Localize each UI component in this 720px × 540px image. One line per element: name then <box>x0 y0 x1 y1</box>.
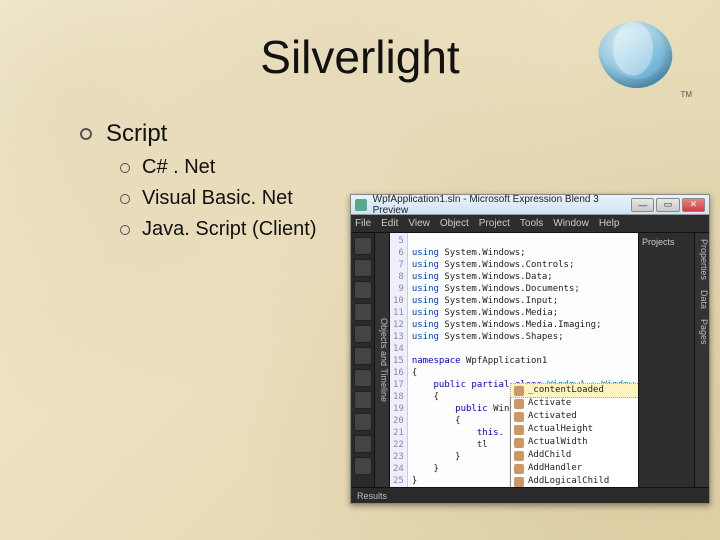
tool-pan-icon[interactable] <box>354 281 372 299</box>
tool-pen-icon[interactable] <box>354 391 372 409</box>
projects-panel-title: Projects <box>642 237 691 247</box>
tab-data[interactable]: Data <box>695 290 709 309</box>
member-icon <box>514 477 524 487</box>
intellisense-item-selected: _contentLoaded <box>510 383 638 398</box>
bullet-item: C# . Net <box>142 156 215 179</box>
bullet-lvl1: Script <box>106 120 167 148</box>
intellisense-item: ActualWidth <box>511 436 638 449</box>
left-panel-tab[interactable]: Objects and Timeline <box>375 233 390 487</box>
intellisense-item: AddLogicalChild <box>511 475 638 487</box>
menu-help[interactable]: Help <box>599 218 620 229</box>
status-bar: Results <box>351 487 709 503</box>
ide-window: WpfApplication1.sln - Microsoft Expressi… <box>350 194 710 504</box>
intellisense-item: ActualHeight <box>511 423 638 436</box>
menu-window[interactable]: Window <box>553 218 589 229</box>
bullet-icon <box>80 128 92 140</box>
window-title: WpfApplication1.sln - Microsoft Expressi… <box>373 194 629 216</box>
bullet-item: Java. Script (Client) <box>142 218 317 241</box>
right-side-tabs: Properties Data Pages <box>694 233 709 487</box>
status-text: Results <box>357 491 387 501</box>
menubar: File Edit View Object Project Tools Wind… <box>351 215 709 233</box>
intellisense-item: AddChild <box>511 449 638 462</box>
intellisense-item: AddHandler <box>511 462 638 475</box>
intellisense-popup[interactable]: _contentLoaded Activate Activated Actual… <box>510 383 638 487</box>
tool-eyedropper-icon[interactable] <box>354 325 372 343</box>
member-icon <box>514 464 524 474</box>
tool-direct-select-icon[interactable] <box>354 259 372 277</box>
menu-view[interactable]: View <box>408 218 430 229</box>
code-editor[interactable]: 567 8910 111213 141516 171819 202122 232… <box>390 233 638 487</box>
menu-object[interactable]: Object <box>440 218 469 229</box>
toolbox <box>351 233 375 487</box>
tool-selection-icon[interactable] <box>354 237 372 255</box>
member-icon <box>514 399 524 409</box>
tool-layout-icon[interactable] <box>354 435 372 453</box>
member-icon <box>514 451 524 461</box>
intellisense-item: Activate <box>511 397 638 410</box>
maximize-button[interactable]: ▭ <box>656 198 679 212</box>
tab-properties[interactable]: Properties <box>695 239 709 280</box>
tool-brush-icon[interactable] <box>354 347 372 365</box>
tab-pages[interactable]: Pages <box>695 319 709 345</box>
menu-file[interactable]: File <box>355 218 371 229</box>
bullet-icon <box>120 225 130 235</box>
member-icon <box>514 425 524 435</box>
member-icon <box>514 412 524 422</box>
member-icon <box>514 386 524 396</box>
trademark-label: TM <box>680 90 692 99</box>
close-button[interactable]: ✕ <box>682 198 705 212</box>
intellisense-item: Activated <box>511 410 638 423</box>
bullet-icon <box>120 194 130 204</box>
tool-zoom-icon[interactable] <box>354 303 372 321</box>
bullet-icon <box>120 163 130 173</box>
line-gutter: 567 8910 111213 141516 171819 202122 232… <box>390 233 408 487</box>
bullet-item: Visual Basic. Net <box>142 187 293 210</box>
slide-title: Silverlight <box>0 30 720 84</box>
tool-rectangle-icon[interactable] <box>354 369 372 387</box>
menu-project[interactable]: Project <box>479 218 510 229</box>
member-icon <box>514 438 524 448</box>
menu-tools[interactable]: Tools <box>520 218 543 229</box>
tool-asset-icon[interactable] <box>354 457 372 475</box>
minimize-button[interactable]: — <box>631 198 654 212</box>
bullet-content: Script C# . Net Visual Basic. Net Java. … <box>80 120 317 249</box>
menu-edit[interactable]: Edit <box>381 218 398 229</box>
app-icon <box>355 199 367 211</box>
tool-text-icon[interactable] <box>354 413 372 431</box>
window-titlebar: WpfApplication1.sln - Microsoft Expressi… <box>351 195 709 215</box>
projects-panel: Projects <box>638 233 694 487</box>
